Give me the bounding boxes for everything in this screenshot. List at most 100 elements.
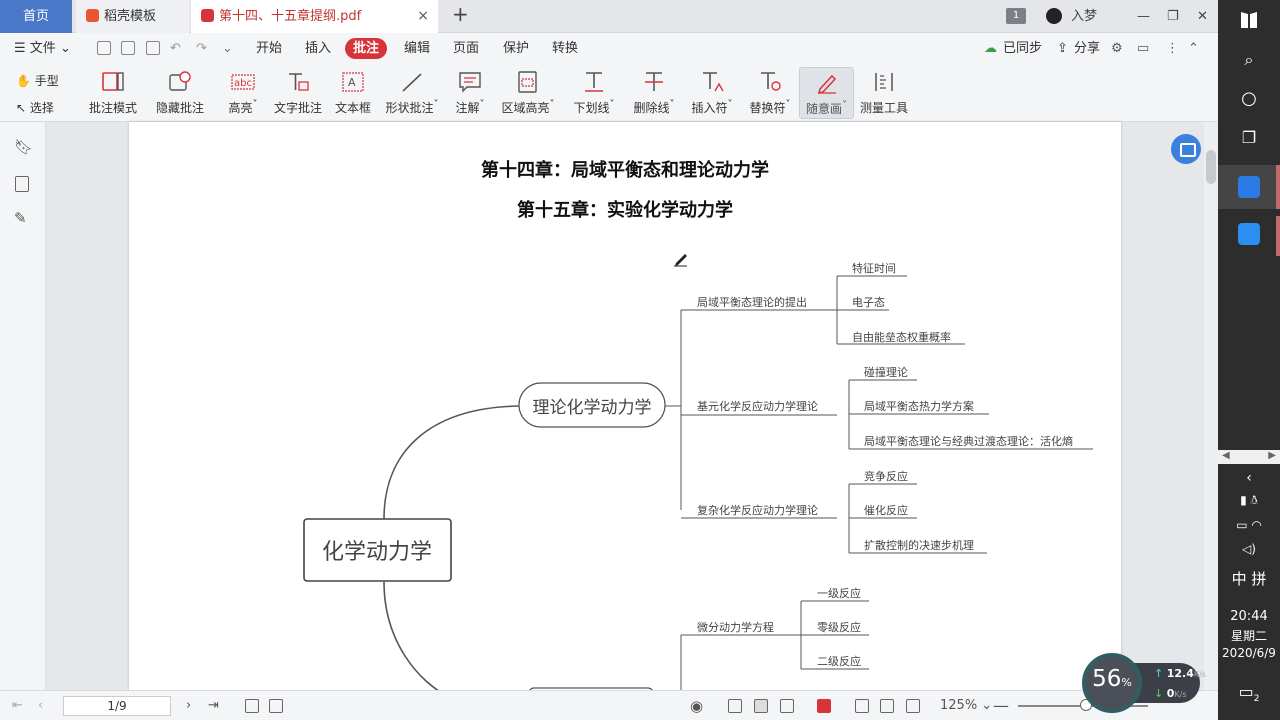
bookmark-icon[interactable]: 🔖︎	[14, 138, 33, 156]
hide-annotations-button[interactable]: 隐藏批注	[152, 67, 208, 119]
actual-size-icon[interactable]	[855, 699, 869, 713]
ime-indicator[interactable]: 中 拼	[1218, 568, 1280, 589]
download-speed: ↓ 0K/s	[1154, 687, 1187, 700]
continuous-view-icon[interactable]	[754, 699, 768, 713]
rotate-left-icon[interactable]	[245, 699, 259, 713]
vertical-scrollbar[interactable]	[1204, 122, 1218, 690]
save-icon[interactable]	[121, 41, 135, 55]
comment-icon[interactable]: ▭	[1137, 33, 1149, 64]
menu-start[interactable]: 开始	[256, 33, 282, 64]
textbox-button[interactable]: A 文本框	[332, 67, 374, 119]
zoom-dropdown[interactable]: 125% ⌄	[940, 691, 992, 720]
windows-start-icon[interactable]	[1241, 12, 1257, 28]
replace-mark-icon	[758, 71, 782, 93]
underline-button[interactable]: 下划线˅	[568, 67, 620, 119]
share-icon[interactable]: ⇪	[1057, 33, 1068, 64]
share-button[interactable]: 分享	[1074, 33, 1100, 64]
print-icon[interactable]	[146, 41, 160, 55]
network-speed-widget[interactable]: 56% ↑ 12.4K/s ↓ 0K/s	[1082, 653, 1206, 713]
play-icon[interactable]	[817, 699, 831, 713]
redo-icon[interactable]: ↷	[196, 33, 207, 64]
quick-access-dropdown-icon[interactable]: ⌄	[222, 33, 233, 64]
more-icon[interactable]: ⋮	[1166, 33, 1179, 64]
next-page-icon[interactable]: ›	[186, 691, 191, 720]
single-page-view-icon[interactable]	[728, 699, 742, 713]
shape-annotation-button[interactable]: 形状批注˅	[382, 67, 442, 119]
menu-insert[interactable]: 插入	[305, 33, 331, 64]
clock-weekday[interactable]: 星期二	[1218, 627, 1280, 644]
highlight-button[interactable]: abc 高亮˅	[224, 67, 262, 119]
rotate-right-icon[interactable]	[269, 699, 283, 713]
leaf-competing-reaction: 竞争反应	[864, 469, 908, 483]
window-count-badge[interactable]: 1	[1006, 8, 1026, 24]
menu-annotate[interactable]: 批注	[345, 38, 388, 59]
strikethrough-button[interactable]: 删除线˅	[628, 67, 680, 119]
volume-icon[interactable]: ◁)	[1218, 542, 1280, 556]
menu-edit[interactable]: 编辑	[404, 33, 430, 64]
first-page-icon[interactable]: ⇤	[12, 691, 23, 720]
text-annotation-button[interactable]: 文字批注	[272, 67, 324, 119]
close-window-button[interactable]: ✕	[1197, 0, 1208, 33]
hand-tool[interactable]: ✋ 手型	[16, 72, 59, 89]
cloud-sync-icon[interactable]: ☁	[984, 33, 997, 64]
prev-page-icon[interactable]: ‹	[38, 691, 43, 720]
tray-icons[interactable]: ▮ 🐧︎	[1218, 493, 1280, 509]
show-hidden-icons[interactable]: ‹	[1218, 470, 1280, 486]
close-tab-icon[interactable]: ×	[417, 0, 429, 33]
page-number-input[interactable]: 1/9	[63, 696, 171, 716]
measure-tool-button[interactable]: 测量工具	[858, 67, 910, 119]
restore-button[interactable]: ❐	[1167, 0, 1179, 33]
topic-local-equilibrium: 局域平衡态理论的提出	[697, 295, 807, 309]
clock-time[interactable]: 20:44	[1218, 609, 1280, 624]
user-name[interactable]: 入梦	[1071, 0, 1097, 33]
select-tool-label: 选择	[29, 101, 54, 115]
thumbnail-icon[interactable]	[15, 176, 29, 192]
cortana-icon[interactable]: ○	[1218, 88, 1280, 109]
zoom-out-icon[interactable]: —	[993, 691, 1009, 720]
scroll-left-icon[interactable]: ◀	[1222, 450, 1230, 461]
open-icon[interactable]	[97, 41, 111, 55]
replace-mark-button[interactable]: 替换符˅	[744, 67, 796, 119]
insert-mark-button[interactable]: 插入符˅	[686, 67, 738, 119]
note-button[interactable]: 注解˅	[450, 67, 490, 119]
horizontal-scrollbar[interactable]: ◀ ▶	[1218, 450, 1280, 464]
clock-date[interactable]: 2020/6/9	[1218, 646, 1280, 660]
notification-icon[interactable]: ▭2	[1218, 682, 1280, 704]
menu-protect[interactable]: 保护	[503, 33, 529, 64]
search-icon[interactable]: ⌕	[1218, 50, 1280, 70]
floating-tool-button[interactable]	[1171, 134, 1201, 164]
fit-page-icon[interactable]	[880, 699, 894, 713]
tab-home[interactable]: 首页	[0, 0, 72, 33]
eye-protection-icon[interactable]: ◉	[690, 691, 703, 720]
last-page-icon[interactable]: ⇥	[208, 691, 219, 720]
task-view-icon[interactable]: ❐	[1218, 128, 1280, 147]
new-tab-button[interactable]: +	[452, 2, 469, 26]
scrollbar-thumb[interactable]	[1206, 150, 1216, 184]
sync-status[interactable]: 已同步	[1003, 33, 1042, 64]
avatar[interactable]	[1046, 8, 1062, 24]
left-sidebar: 🔖︎ ✎	[0, 122, 46, 690]
shape-annotation-label: 形状批注˅	[385, 99, 439, 115]
text-annotation-icon	[286, 71, 310, 93]
pdf-page[interactable]: 第十四章：局域平衡态和理论动力学 第十五章：实验化学动力学 化学动力学 理论化学…	[129, 122, 1121, 690]
freehand-draw-button[interactable]: 随意画˅	[799, 67, 854, 119]
two-page-view-icon[interactable]	[780, 699, 794, 713]
annotation-mode-button[interactable]: 批注模式	[84, 67, 142, 119]
select-tool[interactable]: ↖ 选择	[16, 99, 54, 116]
area-highlight-button[interactable]: 区域高亮˅	[498, 67, 558, 119]
tab-document[interactable]: 第十四、十五章提纲.pdf ×	[191, 0, 438, 33]
tab-template[interactable]: 稻壳模板	[76, 0, 189, 33]
collapse-ribbon-icon[interactable]: ⌃	[1188, 33, 1199, 64]
fit-width-icon[interactable]	[906, 699, 920, 713]
scroll-right-icon[interactable]: ▶	[1268, 450, 1276, 461]
video-app-icon[interactable]	[1238, 223, 1260, 245]
topic-elementary-reaction: 基元化学反应动力学理论	[697, 399, 818, 413]
battery-wifi-icons[interactable]: ▭ ◠	[1218, 518, 1280, 532]
menu-page[interactable]: 页面	[453, 33, 479, 64]
settings-icon[interactable]: ⚙	[1111, 33, 1123, 64]
file-menu[interactable]: ☰ 文件 ⌄	[14, 33, 71, 64]
menu-convert[interactable]: 转换	[552, 33, 578, 64]
minimize-button[interactable]: —	[1137, 0, 1150, 33]
undo-icon[interactable]: ↶	[170, 33, 181, 64]
annotation-list-icon[interactable]: ✎	[14, 209, 27, 227]
